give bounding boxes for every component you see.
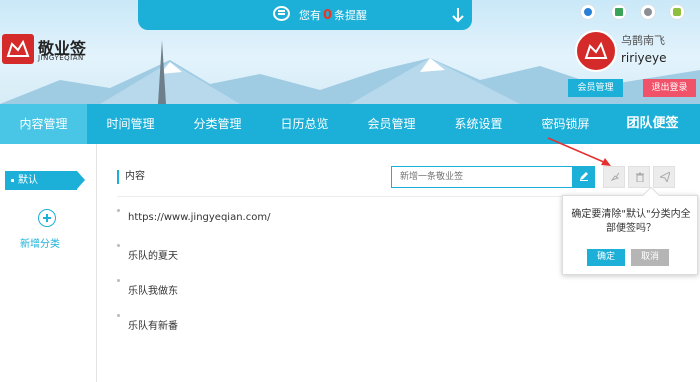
- nav-content-management[interactable]: 内容管理: [0, 104, 87, 144]
- add-category-icon[interactable]: [38, 209, 56, 227]
- popover-message: 确定要清除"默认"分类内全部便签吗？: [571, 209, 691, 234]
- send-icon: [660, 172, 670, 182]
- member-management-button[interactable]: 会员管理: [568, 79, 623, 97]
- clear-confirm-popover: 确定要清除"默认"分类内全部便签吗？ 确定 取消: [562, 186, 698, 275]
- user-name: 乌鹊南飞: [621, 34, 665, 47]
- broom-icon: [610, 172, 620, 181]
- share-button[interactable]: [653, 166, 675, 188]
- chat-bubble-icon: [273, 6, 290, 21]
- category-default[interactable]: 默认: [5, 171, 85, 190]
- delete-button[interactable]: [628, 166, 650, 188]
- trash-icon: [636, 172, 644, 182]
- nav-time-management[interactable]: 时间管理: [87, 104, 174, 144]
- arrow-down-icon[interactable]: [452, 7, 464, 23]
- windows-icon[interactable]: [611, 4, 627, 20]
- reminder-bar[interactable]: 您有 0 条提醒: [138, 0, 472, 30]
- logo-mark: [2, 34, 34, 64]
- section-title: 内容: [117, 170, 145, 184]
- reminder-text: 您有 0 条提醒: [299, 8, 368, 23]
- main-nav: 内容管理 时间管理 分类管理 日历总览 会员管理 系统设置 密码锁屏 团队便签: [0, 104, 700, 144]
- add-note-button[interactable]: [573, 166, 595, 188]
- logo-subtitle: JINGYEQIAN: [38, 54, 84, 62]
- avatar[interactable]: [575, 30, 617, 72]
- nav-category-management[interactable]: 分类管理: [174, 104, 261, 144]
- apple-icon[interactable]: [640, 4, 656, 20]
- header: 您有 0 条提醒 敬业签 JINGYEQIAN 乌鹊南飞 ririyeye 会员管理…: [0, 0, 700, 104]
- nav-password-lock[interactable]: 密码锁屏: [522, 104, 609, 144]
- divider: [117, 196, 592, 197]
- nav-calendar-overview[interactable]: 日历总览: [261, 104, 348, 144]
- category-sidebar: 默认 新增分类: [0, 144, 97, 382]
- reminder-count: 0: [323, 8, 333, 23]
- clear-category-button[interactable]: [603, 166, 625, 188]
- ie-icon[interactable]: [580, 4, 596, 20]
- nav-system-settings[interactable]: 系统设置: [435, 104, 522, 144]
- nav-member-management[interactable]: 会员管理: [348, 104, 435, 144]
- logo[interactable]: 敬业签 JINGYEQIAN: [2, 34, 94, 66]
- new-note-input[interactable]: [391, 166, 573, 188]
- confirm-button[interactable]: 确定: [587, 249, 625, 266]
- add-category-label[interactable]: 新增分类: [20, 235, 60, 250]
- pencil-icon: [580, 172, 588, 181]
- android-icon[interactable]: [669, 4, 685, 20]
- user-id: ririyeye: [621, 51, 667, 65]
- logout-button[interactable]: 退出登录: [643, 79, 696, 97]
- cancel-button[interactable]: 取消: [631, 249, 669, 266]
- nav-team-notes[interactable]: 团队便签: [609, 104, 696, 144]
